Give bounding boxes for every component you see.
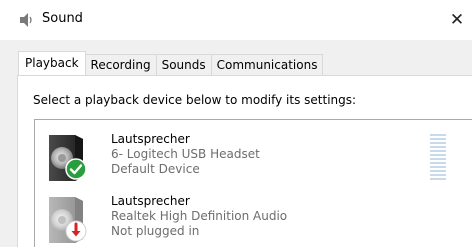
playback-panel: Select a playback device below to modify… — [17, 75, 472, 247]
device-description: Realtek High Definition Audio — [111, 209, 288, 223]
device-description: 6- Logitech USB Headset — [111, 147, 260, 161]
device-item-realtek[interactable]: Lautsprecher Realtek High Definition Aud… — [35, 184, 465, 246]
level-meter — [430, 134, 446, 180]
device-name: Lautsprecher — [111, 132, 190, 146]
device-name: Lautsprecher — [111, 194, 190, 208]
sound-speaker-icon — [20, 13, 32, 27]
tab-sounds[interactable]: Sounds — [155, 54, 212, 75]
tab-communications[interactable]: Communications — [210, 54, 324, 75]
close-icon: ✕ — [449, 10, 465, 30]
green-check-icon — [65, 158, 87, 180]
instruction-text: Select a playback device below to modify… — [33, 93, 357, 107]
tab-recording[interactable]: Recording — [84, 54, 157, 75]
tab-strip: Playback Recording Sounds Communications — [18, 51, 324, 75]
device-status: Default Device — [111, 162, 200, 176]
title-bar: Sound ✕ — [0, 0, 472, 40]
device-list[interactable]: Lautsprecher 6- Logitech USB Headset Def… — [34, 119, 472, 247]
device-status: Not plugged in — [111, 224, 200, 238]
device-item-usb-headset[interactable]: Lautsprecher 6- Logitech USB Headset Def… — [35, 122, 465, 184]
close-button[interactable]: ✕ — [442, 6, 472, 34]
window-title: Sound — [42, 11, 83, 26]
sound-dialog: Playback Recording Sounds Communications… — [0, 40, 472, 247]
tab-playback[interactable]: Playback — [18, 51, 86, 75]
red-down-arrow-icon — [65, 220, 87, 242]
